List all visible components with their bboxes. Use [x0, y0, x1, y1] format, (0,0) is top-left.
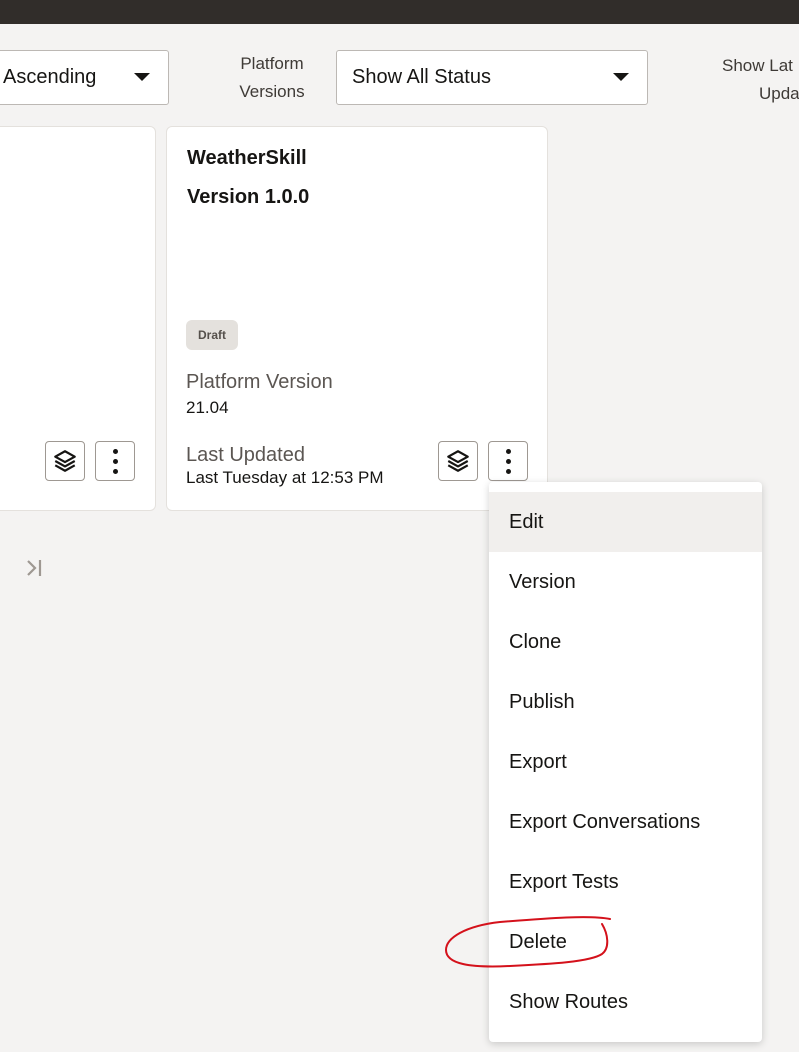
- platform-version-label: Platform Version: [186, 371, 333, 393]
- status-badge: Draft: [186, 320, 238, 350]
- menu-item-version[interactable]: Version: [489, 552, 762, 612]
- platform-label-line1: Platform: [240, 54, 304, 73]
- menu-item-delete[interactable]: Delete: [489, 912, 762, 972]
- menu-item-publish[interactable]: Publish: [489, 672, 762, 732]
- versions-button[interactable]: [45, 441, 85, 481]
- last-updated-label: Last Updated: [186, 444, 305, 466]
- layers-icon: [54, 450, 76, 472]
- menu-item-export-tests[interactable]: Export Tests: [489, 852, 762, 912]
- more-vertical-icon: [505, 448, 511, 474]
- versions-button[interactable]: [438, 441, 478, 481]
- more-vertical-icon: [112, 448, 118, 474]
- menu-item-clone[interactable]: Clone: [489, 612, 762, 672]
- menu-item-show-routes[interactable]: Show Routes: [489, 972, 762, 1032]
- status-filter-select[interactable]: Show All Status: [336, 50, 648, 105]
- context-menu: Edit Version Clone Publish Export Export…: [489, 482, 762, 1042]
- show-latest-label: Show Lat Upda: [722, 52, 799, 108]
- menu-item-edit[interactable]: Edit: [489, 492, 762, 552]
- last-updated-value: Last Tuesday at 12:53 PM: [186, 468, 384, 487]
- menu-item-export[interactable]: Export: [489, 732, 762, 792]
- status-filter-value: Show All Status: [352, 66, 491, 88]
- skill-version: Version 1.0.0: [187, 186, 310, 208]
- skill-card-partial[interactable]: [0, 126, 156, 511]
- last-page-icon[interactable]: [24, 557, 46, 579]
- more-actions-button[interactable]: [95, 441, 135, 481]
- layers-icon: [447, 450, 469, 472]
- more-actions-button[interactable]: [488, 441, 528, 481]
- menu-item-export-conversations[interactable]: Export Conversations: [489, 792, 762, 852]
- latest-label-line2: Upda: [759, 84, 799, 103]
- platform-versions-label: Platform Versions: [232, 50, 312, 106]
- sort-order-select[interactable]: Ascending: [0, 50, 169, 105]
- top-bar: [0, 0, 799, 24]
- platform-label-line2: Versions: [239, 82, 305, 101]
- chevron-down-icon: [613, 73, 629, 81]
- skill-card-weatherskill[interactable]: WeatherSkill Version 1.0.0 Draft Platfor…: [166, 126, 548, 511]
- platform-version-value: 21.04: [186, 398, 229, 417]
- sort-order-value: Ascending: [3, 66, 97, 88]
- skill-name: WeatherSkill: [187, 147, 307, 169]
- chevron-down-icon: [134, 73, 150, 81]
- latest-label-line1: Show Lat: [722, 56, 793, 75]
